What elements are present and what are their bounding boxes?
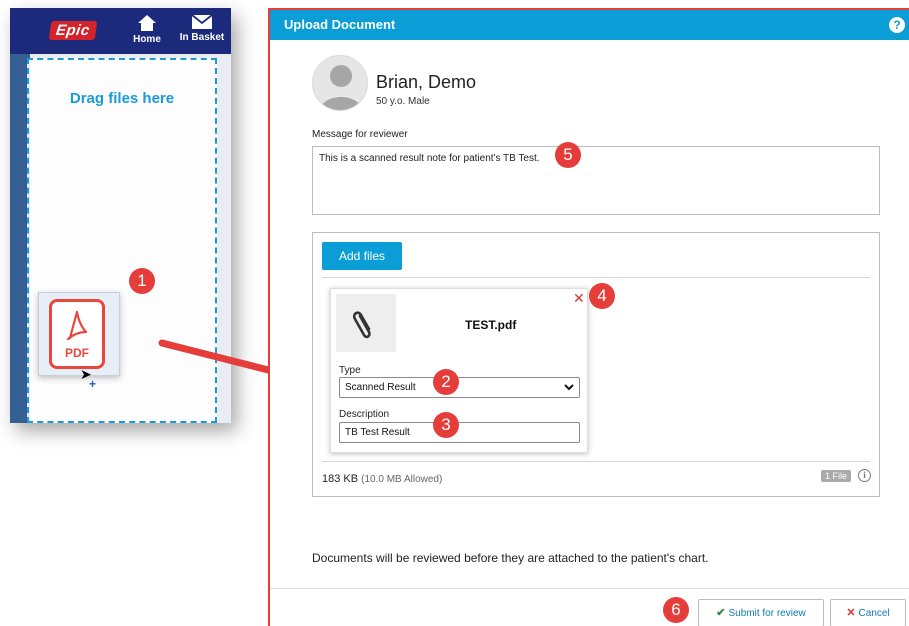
paperclip-icon: [352, 311, 371, 339]
nav-in-basket[interactable]: In Basket: [174, 14, 230, 43]
step-badge-4: 4: [589, 283, 615, 309]
review-notice: Documents will be reviewed before they a…: [312, 551, 709, 565]
message-label: Message for reviewer: [312, 129, 408, 140]
dialog-header: Upload Document ?: [270, 10, 909, 40]
check-icon: ✔: [716, 607, 726, 619]
type-label: Type: [339, 365, 361, 376]
cancel-button[interactable]: ✕ Cancel: [830, 599, 906, 626]
dropzone-label: Drag files here: [69, 90, 175, 107]
file-size-info: 183 KB (10.0 MB Allowed): [322, 473, 442, 485]
description-label: Description: [339, 409, 390, 420]
home-icon: [138, 15, 156, 31]
divider: [270, 588, 909, 589]
file-thumbnail: [336, 294, 396, 352]
step-badge-5: 5: [555, 142, 581, 168]
envelope-icon: [191, 14, 213, 29]
file-name: TEST.pdf: [465, 318, 517, 332]
acrobat-icon: [66, 310, 88, 341]
mobile-header: Epic Home In Basket: [10, 8, 231, 54]
pdf-label: PDF: [65, 346, 89, 360]
cancel-label: Cancel: [858, 608, 890, 619]
size-allowed: (10.0 MB Allowed): [361, 474, 443, 485]
remove-file-icon[interactable]: ✕: [573, 290, 585, 307]
files-panel: Add files TEST.pdf ✕ Type Scanned Result…: [312, 232, 880, 497]
info-icon[interactable]: i: [858, 469, 871, 482]
divider: [322, 277, 870, 278]
file-count-badge: 1 File: [821, 470, 852, 482]
person-icon: [319, 65, 363, 110]
patient-name: Brian, Demo: [376, 72, 477, 92]
divider: [322, 461, 870, 462]
submit-label: Submit for review: [728, 608, 806, 619]
step-badge-6: 6: [663, 597, 689, 623]
patient-age-sex: 50 y.o. Male: [376, 96, 430, 107]
chevron-down-icon: [564, 384, 574, 391]
type-select-value: Scanned Result: [345, 382, 416, 393]
step-badge-2: 2: [433, 369, 459, 395]
add-files-button[interactable]: Add files: [322, 242, 402, 270]
epic-logo: Epic: [48, 21, 98, 40]
type-select[interactable]: Scanned Result: [339, 377, 580, 398]
step-badge-3: 3: [433, 412, 459, 438]
upload-document-dialog: Upload Document ? Brian, Demo 50 y.o. Ma…: [268, 8, 909, 626]
message-for-reviewer-input[interactable]: This is a scanned result note for patien…: [312, 146, 880, 215]
submit-for-review-button[interactable]: ✔ Submit for review: [698, 599, 824, 626]
dialog-title: Upload Document: [284, 17, 396, 32]
help-icon[interactable]: ?: [889, 17, 905, 33]
copy-plus-icon: +: [89, 377, 97, 391]
step-badge-1: 1: [129, 268, 155, 294]
dragged-pdf-file[interactable]: PDF: [38, 292, 120, 376]
description-input[interactable]: TB Test Result: [339, 422, 580, 443]
nav-in-basket-label: In Basket: [179, 32, 225, 43]
nav-home[interactable]: Home: [122, 14, 172, 45]
pdf-file-icon: PDF: [49, 299, 105, 369]
nav-home-label: Home: [133, 34, 161, 45]
file-size: 183 KB: [322, 473, 359, 485]
file-card: TEST.pdf ✕ Type Scanned Result Descripti…: [330, 288, 588, 453]
close-icon: ✕: [846, 607, 856, 619]
patient-avatar: [312, 55, 368, 111]
